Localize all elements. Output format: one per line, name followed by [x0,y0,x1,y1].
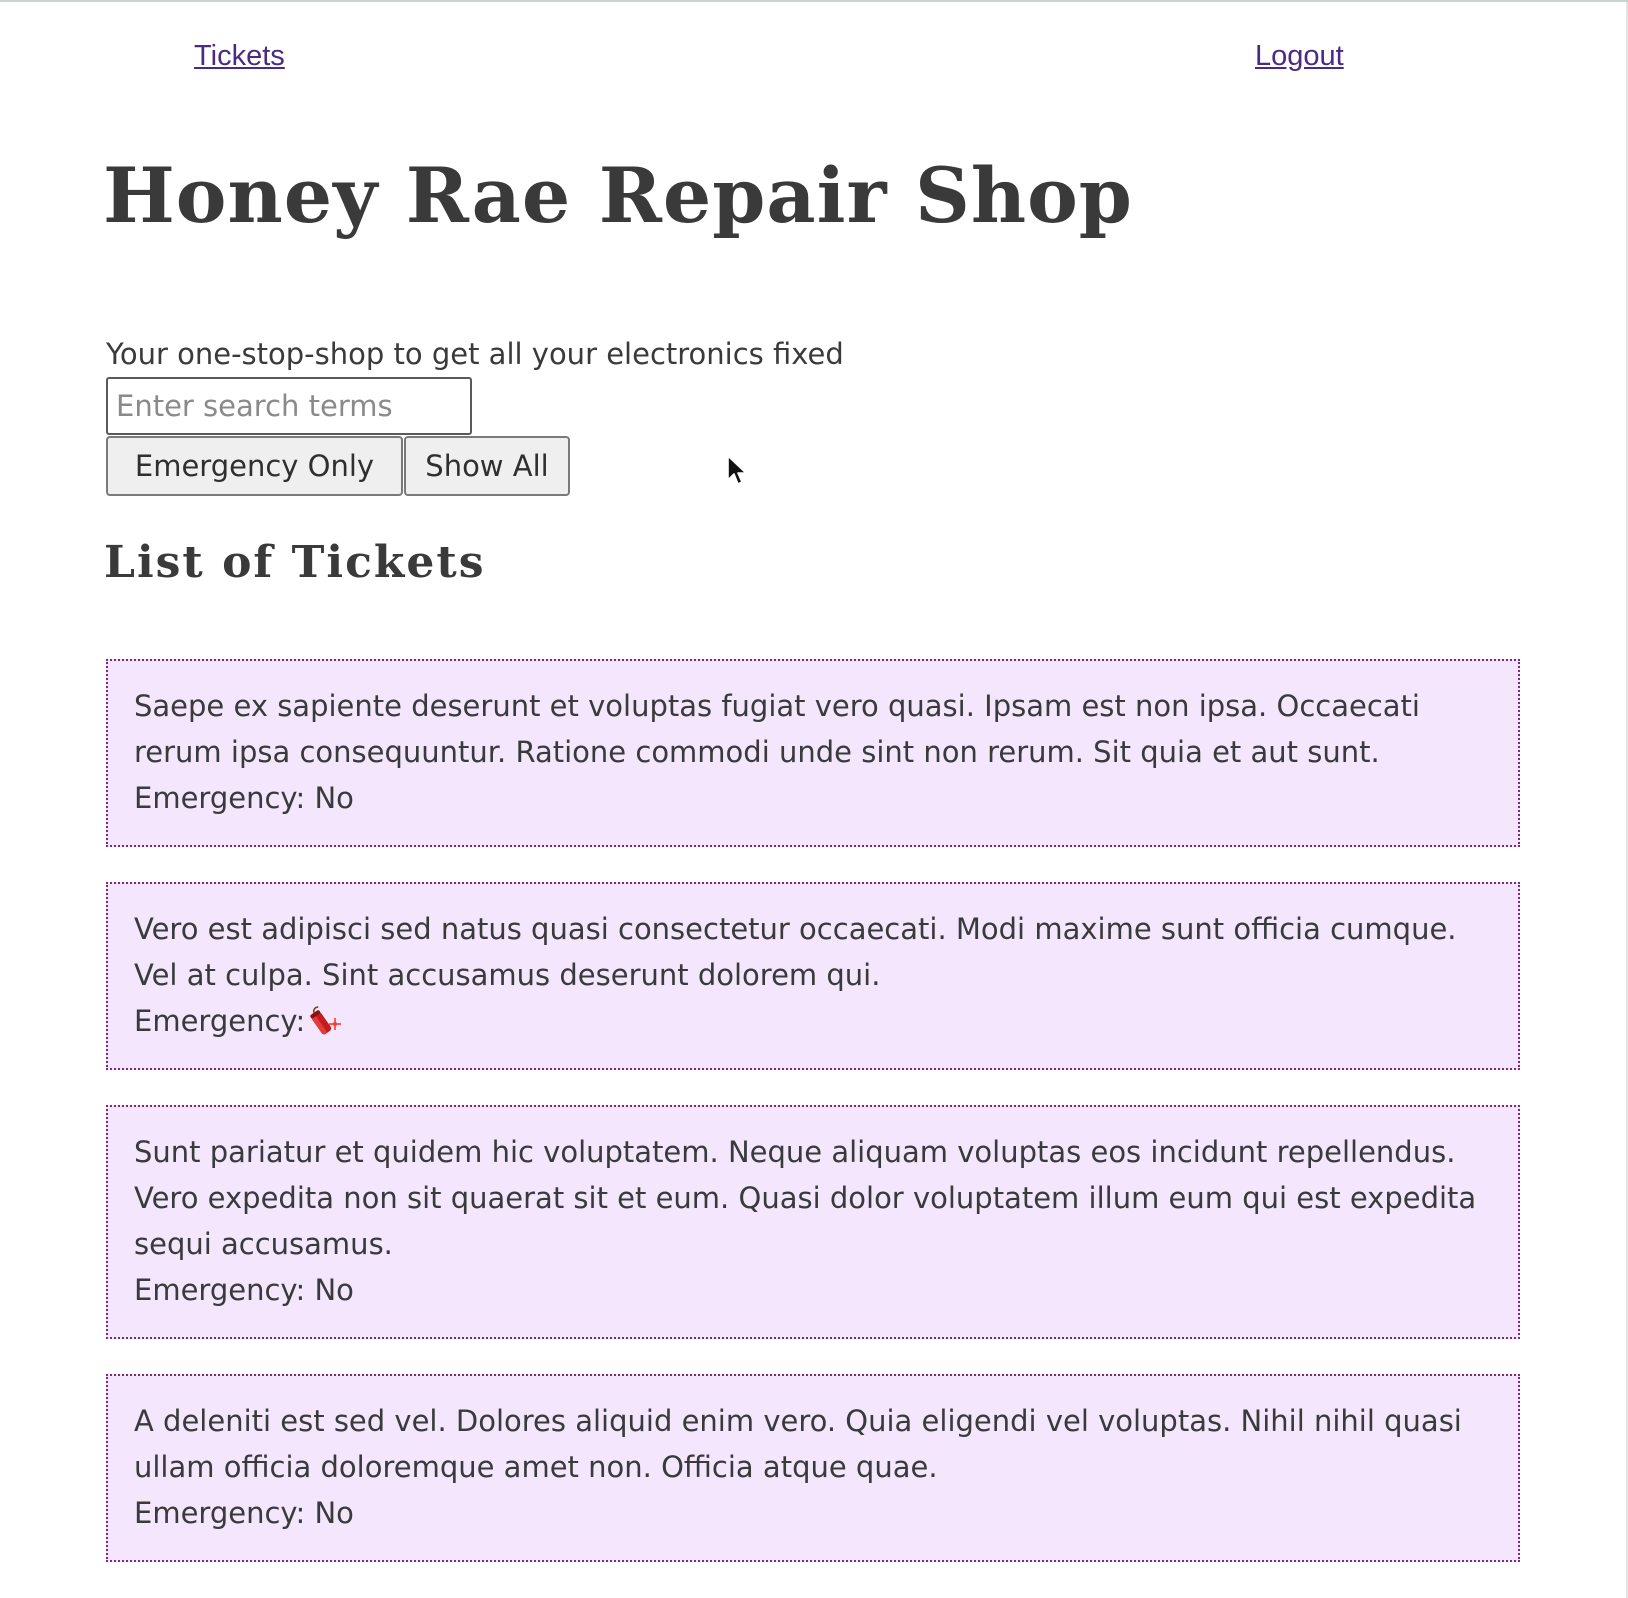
search-input[interactable] [106,377,472,435]
ticket-description: A deleniti est sed vel. Dolores aliquid … [134,1404,1462,1484]
dynamite-icon [310,1006,342,1035]
nav-logout-link[interactable]: Logout [1255,40,1344,73]
page-title: Honey Rae Repair Shop [103,151,1133,240]
ticket-emergency-status: Emergency: No [134,1273,354,1307]
ticket-emergency-status: Emergency: No [134,781,354,815]
ticket-description: Sunt pariatur et quidem hic voluptatem. … [134,1135,1477,1261]
ticket-description: Saepe ex sapiente deserunt et voluptas f… [134,689,1420,769]
ticket-card: A deleniti est sed vel. Dolores aliquid … [106,1374,1520,1562]
tagline: Your one-stop-shop to get all your elect… [106,337,844,371]
nav-tickets-link[interactable]: Tickets [194,40,285,73]
ticket-card: Vero est adipisci sed natus quasi consec… [106,882,1520,1070]
ticket-card: Sunt pariatur et quidem hic voluptatem. … [106,1105,1520,1339]
ticket-emergency-status: Emergency: [134,998,1494,1044]
top-nav: Tickets Logout [0,40,1628,80]
tickets-list-heading: List of Tickets [104,537,486,588]
emergency-only-button[interactable]: Emergency Only [106,436,403,496]
ticket-description: Vero est adipisci sed natus quasi consec… [134,912,1457,992]
ticket-list: Saepe ex sapiente deserunt et voluptas f… [106,659,1520,1597]
ticket-emergency-label: Emergency: [134,1004,306,1038]
ticket-emergency-status: Emergency: No [134,1496,354,1530]
show-all-button[interactable]: Show All [404,436,570,496]
mouse-cursor-icon [727,455,747,485]
ticket-card: Saepe ex sapiente deserunt et voluptas f… [106,659,1520,847]
